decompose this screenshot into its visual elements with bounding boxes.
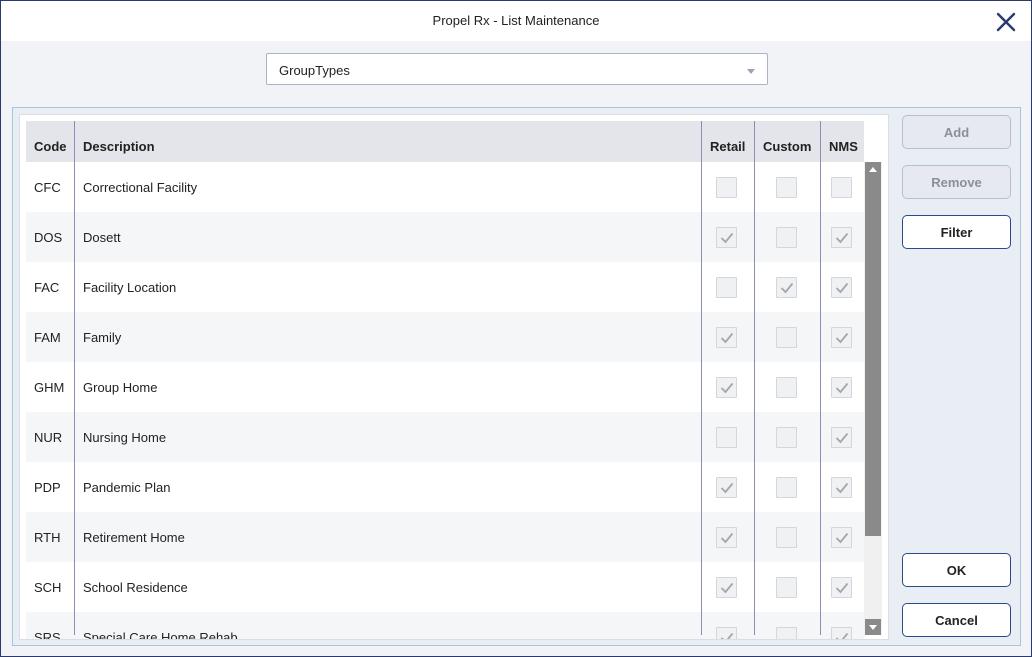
row-code: NUR [34,430,63,445]
table-row[interactable]: FAM Family [26,312,864,362]
custom-checkbox[interactable] [776,177,797,198]
nms-checkbox[interactable] [831,477,852,498]
table-row[interactable]: DOS Dosett [26,212,864,262]
custom-checkbox[interactable] [776,227,797,248]
column-header-custom[interactable]: Custom [763,121,811,162]
row-code: FAM [34,330,61,345]
row-code: DOS [34,230,63,245]
grid-header: Code Description Retail Custom NMS [26,121,864,162]
table-row[interactable]: FAC Facility Location [26,262,864,312]
column-header-retail[interactable]: Retail [710,121,745,162]
retail-checkbox[interactable] [716,627,737,639]
column-divider [754,121,755,635]
nms-checkbox[interactable] [831,227,852,248]
row-description: School Residence [83,580,188,595]
column-header-description[interactable]: Description [83,121,155,162]
row-description: Retirement Home [83,530,185,545]
ok-button[interactable]: OK [902,553,1011,587]
retail-checkbox[interactable] [716,427,737,448]
remove-button[interactable]: Remove [902,165,1011,199]
row-description: Nursing Home [83,430,167,445]
column-header-nms[interactable]: NMS [829,121,858,162]
chevron-down-icon [747,69,755,74]
row-description: Special Care Home Rehab [83,630,238,640]
column-divider [74,121,75,635]
row-code: GHM [34,380,65,395]
retail-checkbox[interactable] [716,477,737,498]
row-description: Pandemic Plan [83,480,171,495]
dropdown-value: GroupTypes [279,63,350,78]
cancel-button[interactable]: Cancel [902,603,1011,637]
column-divider [701,121,702,635]
custom-checkbox[interactable] [776,327,797,348]
column-header-code[interactable]: Code [34,121,67,162]
retail-checkbox[interactable] [716,577,737,598]
row-code: RTH [34,530,61,545]
row-description: Group Home [83,380,158,395]
custom-checkbox[interactable] [776,527,797,548]
custom-checkbox[interactable] [776,627,797,639]
row-code: SCH [34,580,62,595]
nms-checkbox[interactable] [831,577,852,598]
close-icon[interactable] [993,9,1019,35]
custom-checkbox[interactable] [776,277,797,298]
nms-checkbox[interactable] [831,527,852,548]
row-code: PDP [34,480,61,495]
scroll-thumb[interactable] [865,178,881,536]
list-grid: Code Description Retail Custom NMS CFC Co… [19,114,889,640]
table-row[interactable]: SCH School Residence [26,562,864,612]
table-row[interactable]: PDP Pandemic Plan [26,462,864,512]
retail-checkbox[interactable] [716,327,737,348]
table-row[interactable]: SRS Special Care Home Rehab [26,612,864,640]
window-title: Propel Rx - List Maintenance [432,13,600,28]
retail-checkbox[interactable] [716,277,737,298]
retail-checkbox[interactable] [716,377,737,398]
row-code: CFC [34,180,61,195]
nms-checkbox[interactable] [831,177,852,198]
filter-button[interactable]: Filter [902,215,1011,249]
nms-checkbox[interactable] [831,277,852,298]
table-row[interactable]: NUR Nursing Home [26,412,864,462]
custom-checkbox[interactable] [776,477,797,498]
add-button[interactable]: Add [902,115,1011,149]
nms-checkbox[interactable] [831,427,852,448]
custom-checkbox[interactable] [776,377,797,398]
nms-checkbox[interactable] [831,627,852,639]
row-code: FAC [34,280,60,295]
scroll-up-icon[interactable] [865,162,881,178]
list-type-dropdown[interactable]: GroupTypes [266,53,768,85]
nms-checkbox[interactable] [831,327,852,348]
row-description: Correctional Facility [83,180,198,195]
row-description: Family [83,330,122,345]
retail-checkbox[interactable] [716,177,737,198]
retail-checkbox[interactable] [716,227,737,248]
row-description: Facility Location [83,280,177,295]
table-row[interactable]: GHM Group Home [26,362,864,412]
table-row[interactable]: RTH Retirement Home [26,512,864,562]
custom-checkbox[interactable] [776,577,797,598]
column-divider [820,121,821,635]
custom-checkbox[interactable] [776,427,797,448]
list-maintenance-window: Propel Rx - List Maintenance GroupTypes … [0,0,1032,657]
retail-checkbox[interactable] [716,527,737,548]
scroll-down-icon[interactable] [865,619,881,635]
table-row[interactable]: CFC Correctional Facility [26,162,864,212]
title-bar: Propel Rx - List Maintenance [1,1,1031,41]
row-description: Dosett [83,230,121,245]
nms-checkbox[interactable] [831,377,852,398]
row-code: SRS [34,630,61,640]
vertical-scrollbar[interactable] [864,162,882,635]
